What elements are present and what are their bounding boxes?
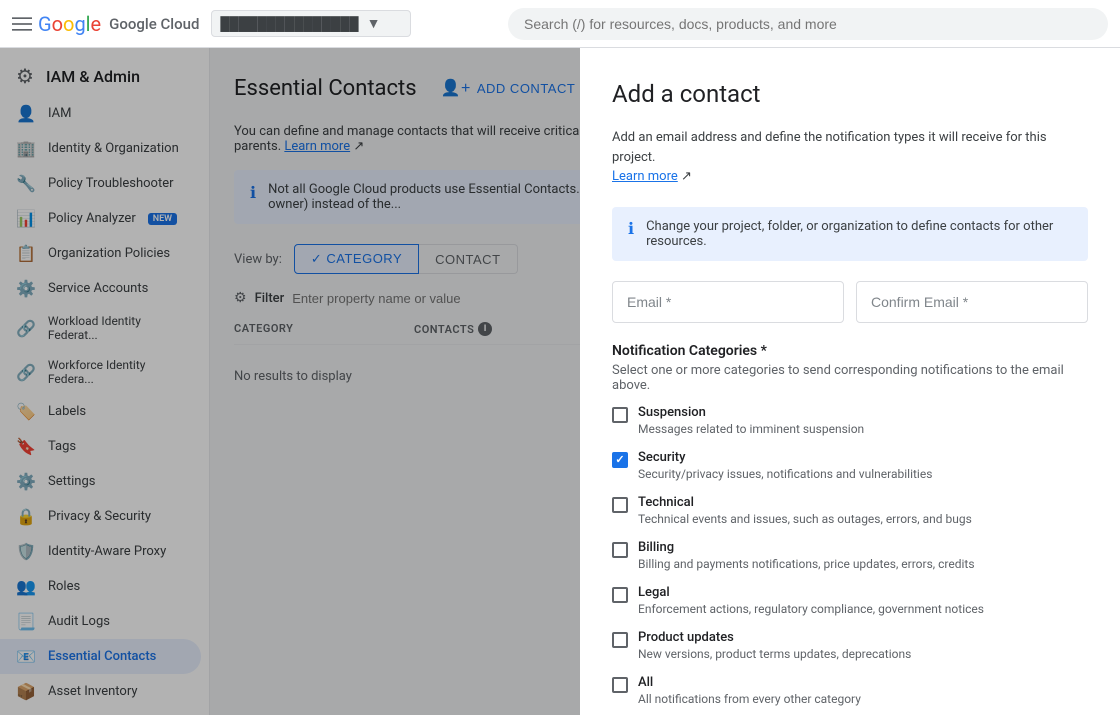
notification-categories-section: Notification Categories * Select one or … — [612, 343, 1088, 715]
category-item-technical: Technical Technical events and issues, s… — [612, 495, 1088, 526]
email-field[interactable] — [612, 281, 844, 323]
topbar: Google Google Cloud ███████████████ ▼ — [0, 0, 1120, 48]
panel-info-icon: ℹ — [628, 219, 634, 238]
checkbox-billing[interactable] — [612, 542, 628, 558]
add-contact-panel: Add a contact Add an email address and d… — [580, 48, 1120, 715]
category-desc-all: All notifications from every other categ… — [638, 692, 861, 706]
category-item-product-updates: Product updates New versions, product te… — [612, 630, 1088, 661]
category-item-legal: Legal Enforcement actions, regulatory co… — [612, 585, 1088, 616]
checkbox-all[interactable] — [612, 677, 628, 693]
category-desc-legal: Enforcement actions, regulatory complian… — [638, 602, 984, 616]
google-cloud-logo: Google Google Cloud — [12, 12, 199, 36]
category-desc-billing: Billing and payments notifications, pric… — [638, 557, 975, 571]
category-name-technical: Technical — [638, 495, 972, 510]
panel-title: Add a contact — [612, 80, 1088, 108]
hamburger-icon[interactable] — [12, 14, 32, 34]
category-desc-product-updates: New versions, product terms updates, dep… — [638, 647, 911, 661]
category-name-product-updates: Product updates — [638, 630, 911, 645]
category-name-all: All — [638, 675, 861, 690]
checkbox-suspension[interactable] — [612, 407, 628, 423]
category-item-suspension: Suspension Messages related to imminent … — [612, 405, 1088, 436]
notif-categories-title: Notification Categories * — [612, 343, 1088, 359]
panel-learn-more-link[interactable]: Learn more — [612, 169, 678, 184]
confirm-email-field[interactable] — [856, 281, 1088, 323]
overlay[interactable]: Add a contact Add an email address and d… — [0, 48, 1120, 715]
project-name: ███████████████ — [220, 16, 358, 32]
category-item-security: Security Security/privacy issues, notifi… — [612, 450, 1088, 481]
checkbox-product-updates[interactable] — [612, 632, 628, 648]
category-name-legal: Legal — [638, 585, 984, 600]
checkbox-legal[interactable] — [612, 587, 628, 603]
checkbox-security[interactable] — [612, 452, 628, 468]
email-row — [612, 281, 1088, 323]
dropdown-arrow-icon: ▼ — [367, 15, 381, 32]
project-selector[interactable]: ███████████████ ▼ — [211, 10, 411, 37]
category-desc-security: Security/privacy issues, notifications a… — [638, 467, 932, 481]
panel-info-box: ℹ Change your project, folder, or organi… — [612, 207, 1088, 261]
notif-categories-subtitle: Select one or more categories to send co… — [612, 363, 1088, 393]
category-desc-technical: Technical events and issues, such as out… — [638, 512, 972, 526]
panel-info-text: Change your project, folder, or organiza… — [646, 219, 1072, 249]
category-item-all: All All notifications from every other c… — [612, 675, 1088, 706]
panel-subtitle: Add an email address and define the noti… — [612, 128, 1088, 187]
cloud-text: Google Cloud — [109, 15, 199, 33]
category-item-billing: Billing Billing and payments notificatio… — [612, 540, 1088, 571]
category-name-suspension: Suspension — [638, 405, 864, 420]
category-name-security: Security — [638, 450, 932, 465]
search-input[interactable] — [508, 8, 1108, 40]
category-name-billing: Billing — [638, 540, 975, 555]
category-desc-suspension: Messages related to imminent suspension — [638, 422, 864, 436]
checkbox-technical[interactable] — [612, 497, 628, 513]
